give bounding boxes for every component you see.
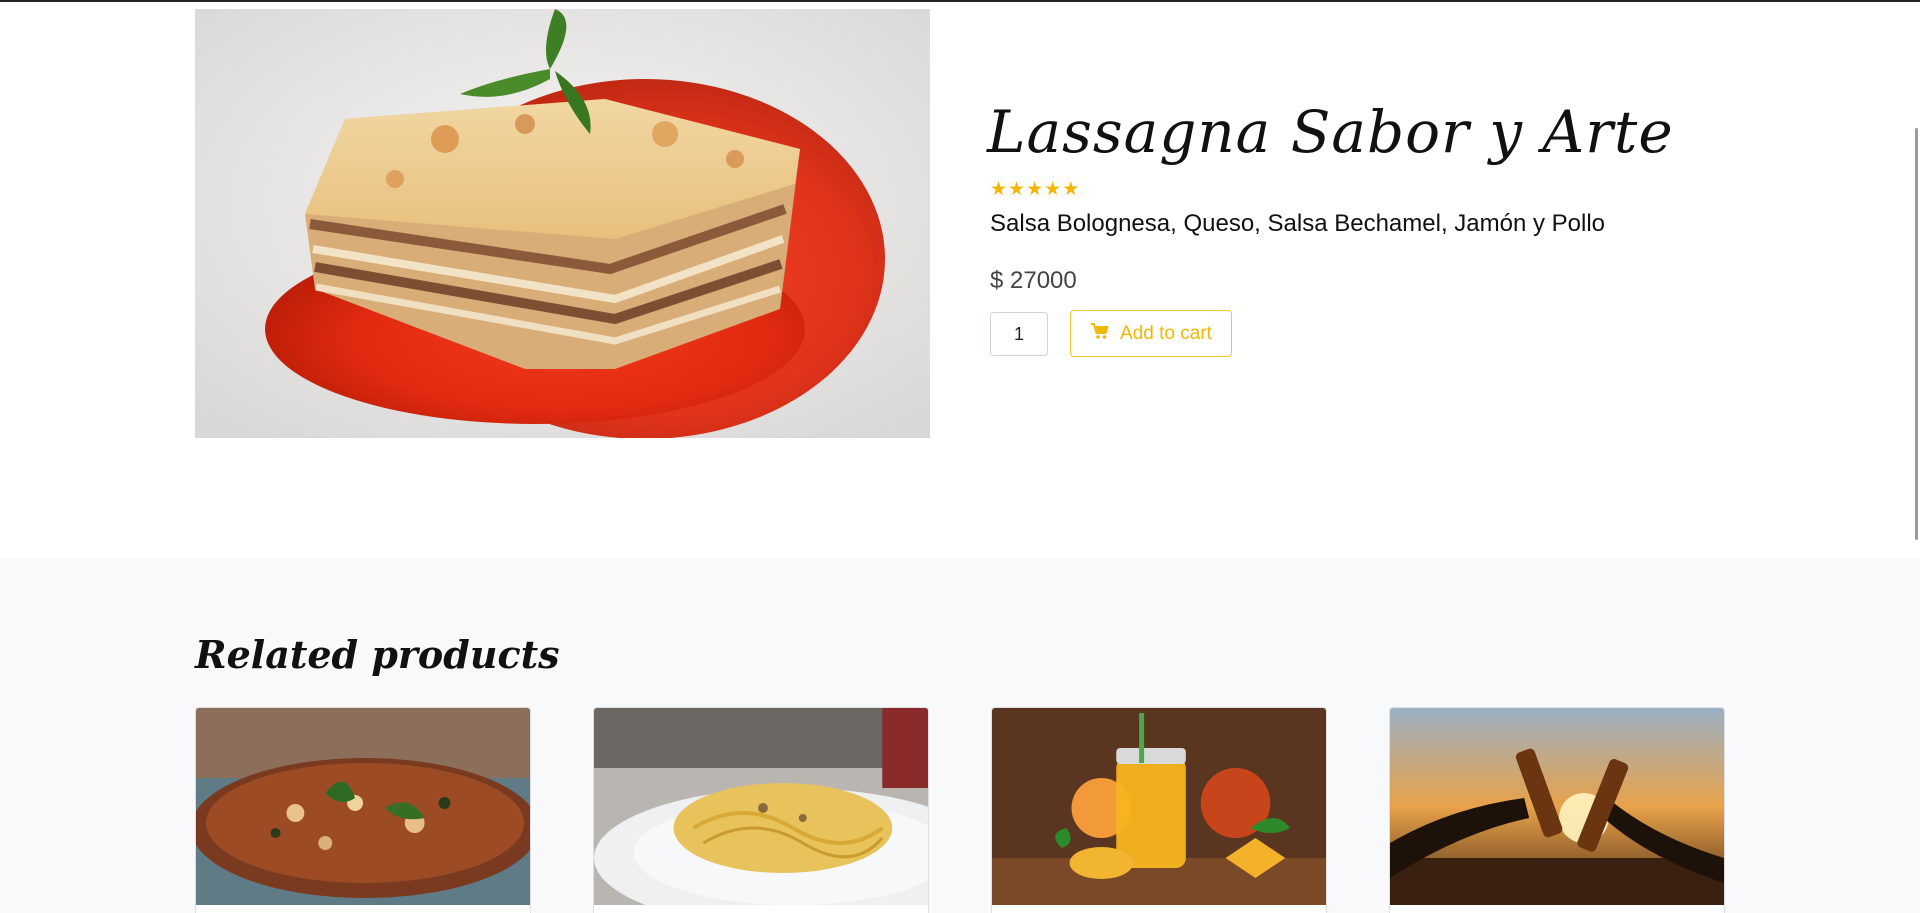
product-image-lasagna — [195, 9, 930, 438]
add-to-cart-label: Add to cart — [1120, 322, 1212, 344]
top-border — [0, 0, 1920, 2]
related-product-card[interactable] — [991, 707, 1327, 913]
spaghetti-image — [594, 708, 928, 905]
related-products-section: Related products — [0, 558, 1920, 913]
star-icon: ★ — [1008, 179, 1026, 200]
related-products-title: Related products — [195, 632, 560, 677]
add-to-cart-button[interactable]: Add to cart — [1070, 310, 1232, 357]
related-product-card[interactable] — [1389, 707, 1725, 913]
product-description: Salsa Bolognesa, Queso, Salsa Bechamel, … — [990, 210, 1606, 237]
quantity-input[interactable] — [990, 312, 1048, 356]
related-product-card[interactable] — [195, 707, 531, 913]
star-icon: ★ — [990, 179, 1008, 200]
pizza-image — [196, 708, 530, 905]
related-product-card[interactable] — [593, 707, 929, 913]
product-rating: ★ ★ ★ ★ ★ — [990, 180, 1079, 200]
beer-toast-image — [1390, 708, 1724, 905]
star-icon: ★ — [1044, 179, 1062, 200]
cart-icon — [1090, 321, 1110, 347]
star-icon: ★ — [1026, 179, 1044, 200]
product-price: $ 27000 — [990, 267, 1077, 294]
scrollbar-thumb[interactable] — [1915, 128, 1918, 540]
product-title: Lassagna Sabor y Arte — [987, 98, 1674, 166]
mango-juice-image — [992, 708, 1326, 905]
star-icon: ★ — [1062, 179, 1080, 200]
